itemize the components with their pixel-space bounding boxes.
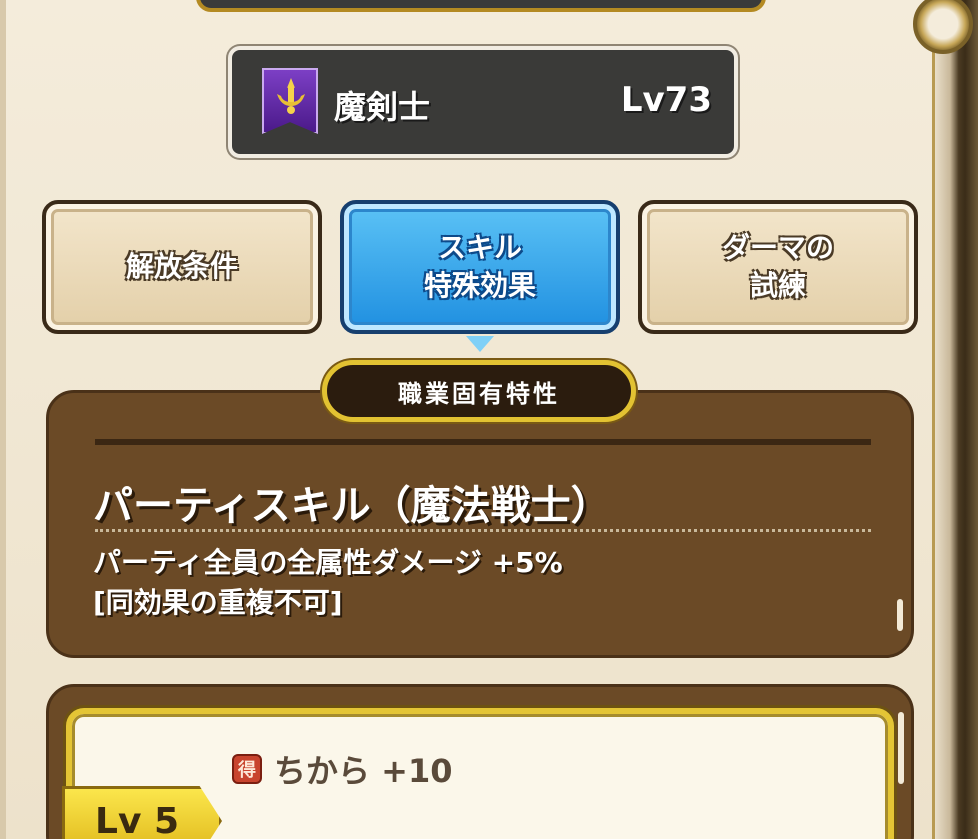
tab-label-line1: ダーマの [721,231,834,264]
trait-desc-line2: [同効果の重複不可] [93,586,343,619]
job-header: 魔剣士 Lv73 [228,46,738,158]
tab-unlock-conditions[interactable]: 解放条件 [42,200,322,334]
job-trait-panel[interactable]: パーティスキル（魔法戦士） パーティ全員の全属性ダメージ +5% [同効果の重複… [46,390,914,658]
tab-dharma-trial[interactable]: ダーマの 試練 [638,200,918,334]
tab-label-line2: 特殊効果 [423,269,536,302]
frame-ornament-icon [913,0,973,54]
trait-title: パーティスキル（魔法戦士） [93,483,611,529]
trait-scrollbar[interactable] [897,599,903,631]
tab-label: 解放条件 [125,250,238,283]
trait-description: パーティ全員の全属性ダメージ +5% [同効果の重複不可] [93,543,563,623]
gain-stamp-icon: 得 [232,754,262,784]
bonus-row: 得 ちから +10 [232,746,453,792]
top-header-strip [196,0,766,12]
level-tag: Lv 5 [62,786,222,839]
right-frame-border [913,0,978,839]
tab-pointer-icon [466,336,494,352]
left-frame-edge [0,0,6,839]
trait-desc-line1: パーティ全員の全属性ダメージ +5% [93,546,563,579]
purple-crest-icon [262,68,318,134]
bonus-scrollbar[interactable] [898,712,904,784]
job-level: Lv73 [620,80,712,120]
job-trait-badge: 職業固有特性 [322,360,636,422]
job-name: 魔剣士 [334,88,431,126]
tab-skill-special-effects[interactable]: スキル 特殊効果 [340,200,620,352]
tab-label-line1: スキル [437,231,522,264]
tab-label-line2: 試練 [749,269,806,302]
bonus-text: ちから +10 [274,752,453,790]
dotted-divider [95,529,871,532]
divider [95,439,871,445]
